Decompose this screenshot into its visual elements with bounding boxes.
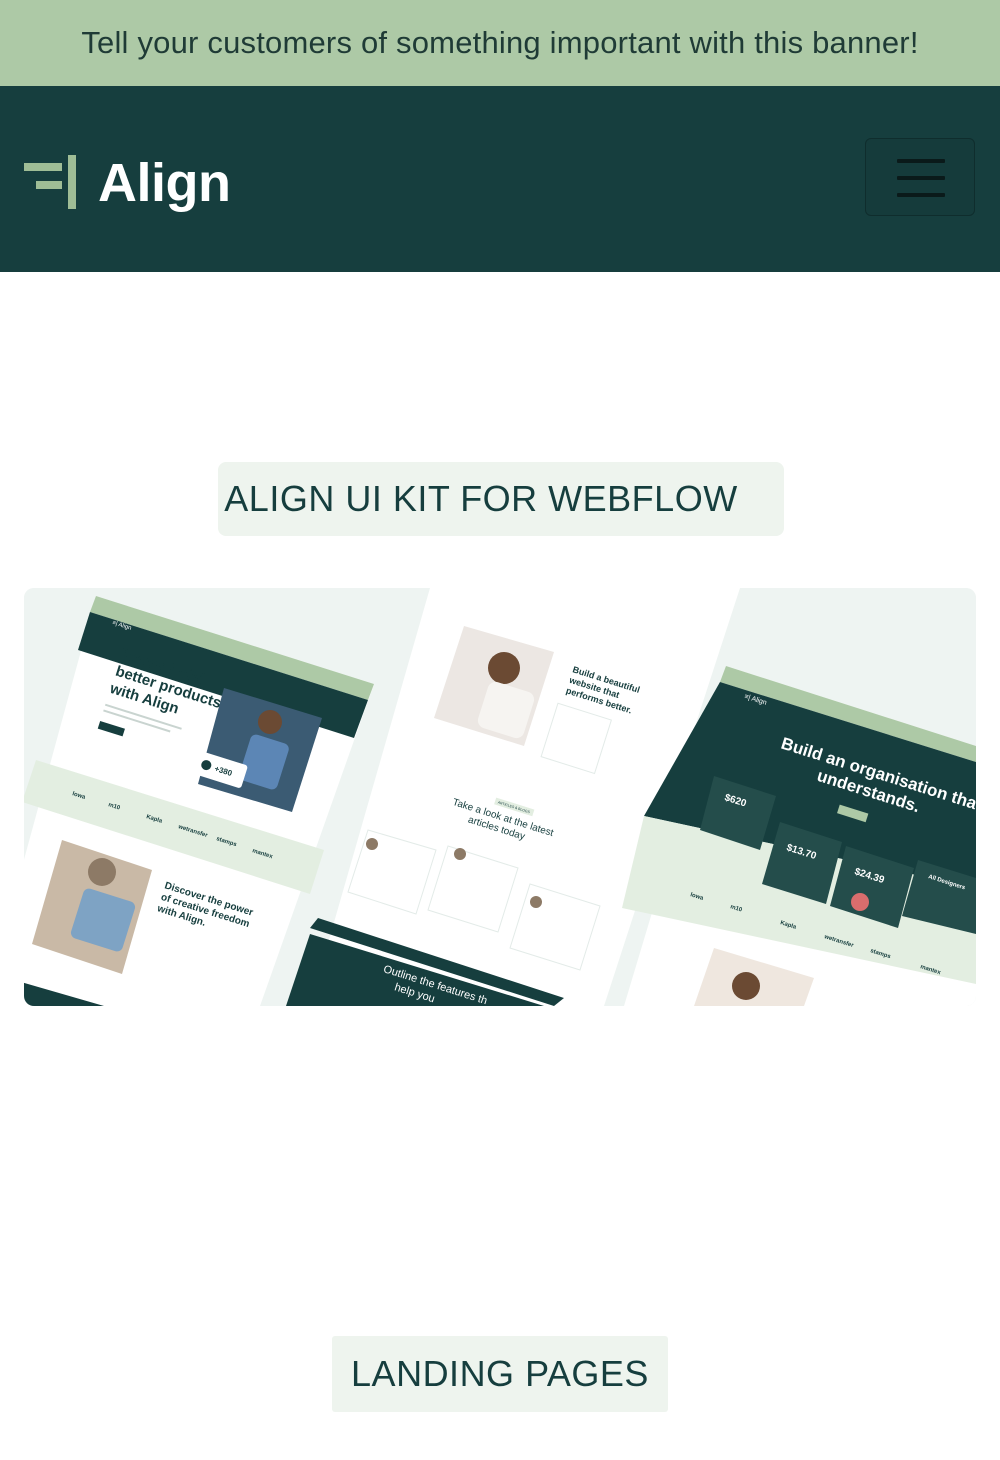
section-title-text: ALIGN UI KIT FOR WEBFLOW <box>224 478 738 519</box>
align-logo-icon <box>24 155 78 211</box>
ui-kit-preview-image: ≡| Align Teams build better products wit… <box>24 588 976 1006</box>
hamburger-menu-icon <box>897 159 945 163</box>
hamburger-menu-button[interactable] <box>865 138 975 216</box>
section-title-landing-pages: LANDING PAGES <box>332 1336 668 1412</box>
navbar: Align <box>0 86 1000 272</box>
banner-text: Tell your customers of something importa… <box>81 25 919 60</box>
section-title-text: LANDING PAGES <box>351 1353 649 1394</box>
section-title-ui-kit: ALIGN UI KIT FOR WEBFLOW <box>218 462 784 536</box>
logo-link[interactable]: Align <box>24 152 231 214</box>
logo-text: Align <box>98 153 231 213</box>
announcement-banner: Tell your customers of something importa… <box>0 0 1000 86</box>
